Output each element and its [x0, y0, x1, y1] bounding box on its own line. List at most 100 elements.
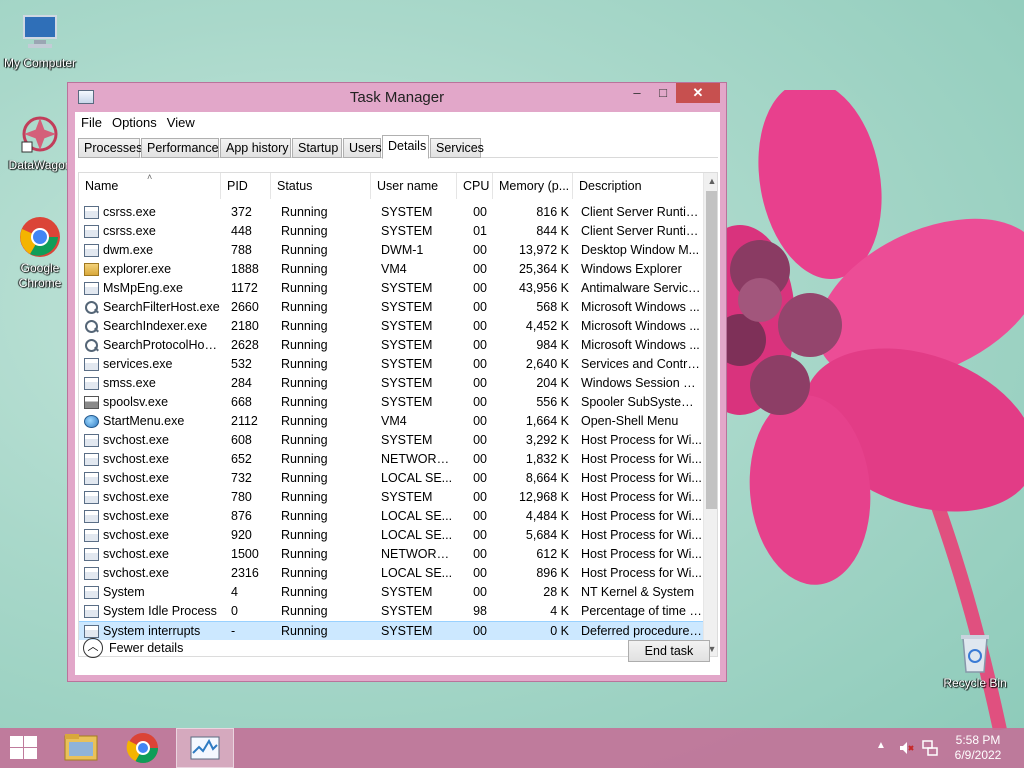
tab-performance[interactable]: Performance — [141, 138, 219, 158]
cell-name: SearchIndexer.exe — [103, 319, 208, 333]
tab-processes[interactable]: Processes — [78, 138, 142, 158]
table-row[interactable]: System Idle Process 0 Running SYSTEM 98 4 K Pe… — [79, 602, 703, 621]
column-header-user-name[interactable]: User name — [371, 173, 457, 199]
table-row[interactable]: System 4 Running SYSTEM 00 28 K NT Kernel & Sy… — [79, 583, 703, 602]
windows-logo-icon — [10, 748, 23, 759]
desktop-icon-recycle-bin[interactable]: Recycle Bin — [935, 630, 1015, 691]
app-icon — [84, 548, 99, 561]
table-row[interactable]: explorer.exe 1888 Running VM4 00 25,364 K Wind… — [79, 260, 703, 279]
volume-muted-icon[interactable] — [898, 740, 914, 756]
table-row[interactable]: smss.exe 284 Running SYSTEM 00 204 K Windows S… — [79, 374, 703, 393]
desktop-icon-my-computer[interactable]: My Computer — [0, 10, 80, 71]
cell-pid: 668 — [231, 395, 252, 409]
cell-memory: 25,364 K — [518, 262, 569, 276]
cell-user-name: SYSTEM — [381, 433, 433, 447]
table-row[interactable]: csrss.exe 372 Running SYSTEM 00 816 K Client S… — [79, 203, 703, 222]
table-row[interactable]: System interrupts - Running SYSTEM 00 0 K Defe… — [79, 621, 703, 640]
table-row[interactable]: svchost.exe 876 Running LOCAL SE... 00 4,484 … — [79, 507, 703, 526]
cell-cpu: 00 — [473, 471, 487, 485]
table-row[interactable]: SearchFilterHost.exe 2660 Running SYSTEM 00 5… — [79, 298, 703, 317]
cell-pid: - — [231, 624, 236, 638]
app-icon — [84, 586, 99, 599]
cell-description: Host Process for Wi... — [581, 471, 702, 485]
vertical-scrollbar[interactable]: ▲ ▼ — [703, 173, 717, 656]
cell-status: Running — [281, 224, 328, 238]
table-row[interactable]: svchost.exe 608 Running SYSTEM 00 3,292 K Host… — [79, 431, 703, 450]
cell-status: Running — [281, 262, 328, 276]
tab-services[interactable]: Services — [430, 138, 484, 158]
task-manager-window: Task Manager – □ ✕ File Options View Proce… — [67, 82, 727, 682]
cell-status: Running — [281, 490, 328, 504]
cell-memory: 204 K — [536, 376, 569, 390]
table-row[interactable]: StartMenu.exe 2112 Running VM4 00 1,664 K Open… — [79, 412, 703, 431]
column-header-pid[interactable]: PID — [221, 173, 271, 199]
table-row[interactable]: dwm.exe 788 Running DWM-1 00 13,972 K Desktop … — [79, 241, 703, 260]
cell-status: Running — [281, 243, 328, 257]
taskbar-chrome[interactable] — [114, 728, 172, 768]
title-bar[interactable]: Task Manager – □ ✕ — [68, 83, 726, 111]
column-header-memory[interactable]: Memory (p... — [493, 173, 573, 199]
table-row[interactable]: svchost.exe 1500 Running NETWORK... 00 612 K H… — [79, 545, 703, 564]
table-row[interactable]: csrss.exe 448 Running SYSTEM 01 844 K Client S… — [79, 222, 703, 241]
cell-cpu: 00 — [473, 452, 487, 466]
table-row[interactable]: MsMpEng.exe 1172 Running SYSTEM 00 43,956 K An… — [79, 279, 703, 298]
tab-app-history[interactable]: App history — [220, 138, 291, 158]
cell-user-name: NETWORK... — [381, 547, 455, 561]
column-header-status[interactable]: Status — [271, 173, 371, 199]
tray-expand-icon[interactable]: ▲ — [876, 740, 886, 751]
cell-pid: 2316 — [231, 566, 259, 580]
cell-status: Running — [281, 547, 328, 561]
scroll-up-icon[interactable]: ▲ — [704, 173, 717, 190]
table-row[interactable]: svchost.exe 920 Running LOCAL SE... 00 5,684 … — [79, 526, 703, 545]
cell-pid: 2180 — [231, 319, 259, 333]
table-row[interactable]: svchost.exe 732 Running LOCAL SE... 00 8,664 … — [79, 469, 703, 488]
cell-memory: 896 K — [536, 566, 569, 580]
table-row[interactable]: svchost.exe 2316 Running LOCAL SE... 00 896 K… — [79, 564, 703, 583]
cell-user-name: SYSTEM — [381, 281, 433, 295]
taskbar-clock[interactable]: 5:58 PM 6/9/2022 — [938, 733, 1018, 763]
taskbar-file-explorer[interactable] — [52, 728, 110, 768]
menu-options[interactable]: Options — [106, 112, 161, 130]
cell-cpu: 00 — [473, 414, 487, 428]
cell-description: Host Process for Wi... — [581, 509, 702, 523]
cell-memory: 0 K — [550, 624, 569, 638]
cell-description: Open-Shell Menu — [581, 414, 679, 428]
cell-user-name: SYSTEM — [381, 300, 433, 314]
table-row[interactable]: svchost.exe 652 Running NETWORK... 00 1,832 K… — [79, 450, 703, 469]
cell-status: Running — [281, 205, 328, 219]
cell-memory: 1,664 K — [525, 414, 569, 428]
cell-pid: 4 — [231, 585, 238, 599]
menu-bar: File Options View — [75, 112, 720, 134]
column-header-name[interactable]: Name — [79, 173, 221, 199]
end-task-button[interactable]: End task — [628, 640, 710, 662]
menu-file[interactable]: File — [75, 112, 106, 130]
cell-memory: 5,684 K — [525, 528, 569, 542]
column-header-cpu[interactable]: CPU — [457, 173, 493, 199]
windows-logo-icon — [24, 736, 37, 747]
cell-user-name: SYSTEM — [381, 338, 433, 352]
network-icon[interactable] — [922, 740, 938, 756]
cell-memory: 568 K — [536, 300, 569, 314]
menu-view[interactable]: View — [161, 112, 199, 130]
taskbar-task-manager[interactable] — [176, 728, 234, 768]
minimize-button[interactable]: – — [624, 83, 650, 103]
close-button[interactable]: ✕ — [676, 83, 720, 103]
maximize-button[interactable]: □ — [650, 83, 676, 103]
cell-memory: 4,452 K — [525, 319, 569, 333]
cell-status: Running — [281, 338, 328, 352]
table-row[interactable]: services.exe 532 Running SYSTEM 00 2,640 K Ser… — [79, 355, 703, 374]
table-row[interactable]: SearchProtocolHost.... 2628 Running SYSTEM 0… — [79, 336, 703, 355]
tab-details[interactable]: Details — [382, 135, 429, 159]
cell-pid: 372 — [231, 205, 252, 219]
tab-startup[interactable]: Startup — [292, 138, 342, 158]
taskbar: ▲ 5:58 PM 6/9/2022 — [0, 728, 1024, 768]
app-icon — [84, 529, 99, 542]
start-button[interactable] — [8, 736, 38, 760]
table-row[interactable]: SearchIndexer.exe 2180 Running SYSTEM 00 4,45… — [79, 317, 703, 336]
table-row[interactable]: spoolsv.exe 668 Running SYSTEM 00 556 K Spoole… — [79, 393, 703, 412]
table-row[interactable]: svchost.exe 780 Running SYSTEM 00 12,968 K Hos… — [79, 488, 703, 507]
scrollbar-thumb[interactable] — [706, 191, 717, 509]
column-header-description[interactable]: Description — [573, 173, 703, 199]
app-icon — [84, 625, 99, 638]
tab-users[interactable]: Users — [343, 138, 382, 158]
